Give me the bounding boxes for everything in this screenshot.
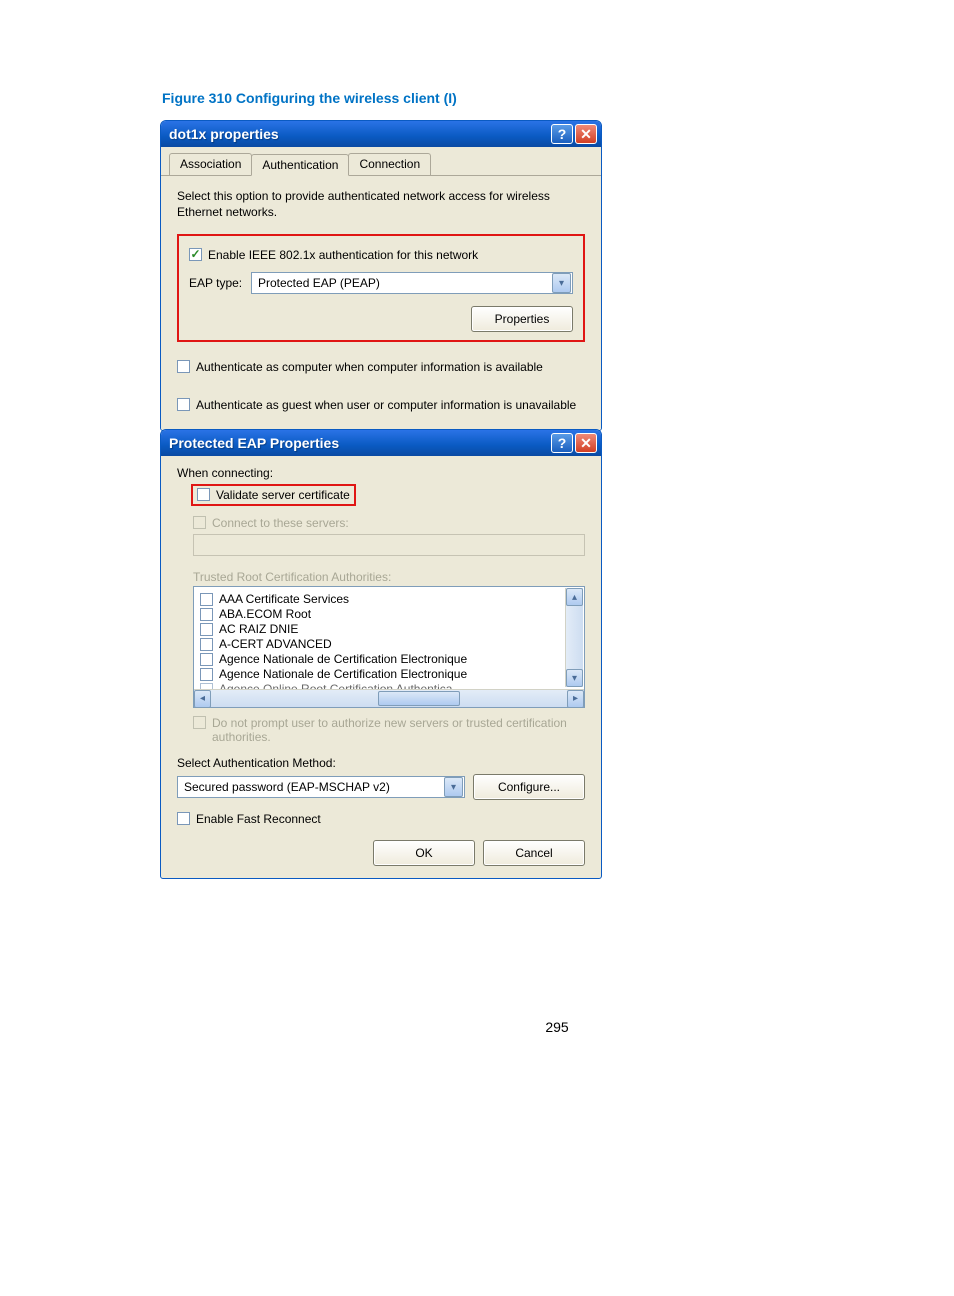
- dot1x-properties-dialog: dot1x properties ? ✕ Association Authent…: [160, 120, 602, 431]
- close-button[interactable]: ✕: [575, 433, 597, 453]
- tab-connection[interactable]: Connection: [348, 153, 431, 175]
- cert-name: AC RAIZ DNIE: [219, 622, 298, 636]
- list-item: AC RAIZ DNIE: [200, 622, 580, 636]
- scroll-right-icon[interactable]: ▸: [567, 690, 584, 708]
- dot1x-title: dot1x properties: [169, 126, 551, 142]
- tab-association[interactable]: Association: [169, 153, 252, 175]
- peap-title: Protected EAP Properties: [169, 435, 551, 451]
- auth-as-computer-checkbox[interactable]: [177, 360, 190, 373]
- cert-checkbox[interactable]: [200, 593, 213, 606]
- connect-to-servers-label: Connect to these servers:: [212, 516, 349, 530]
- eap-type-label: EAP type:: [189, 276, 251, 290]
- scroll-up-icon[interactable]: ▴: [566, 588, 583, 606]
- auth-as-guest-label: Authenticate as guest when user or compu…: [196, 398, 576, 412]
- cert-name: Agence Nationale de Certification Electr…: [219, 652, 467, 666]
- cert-name: AAA Certificate Services: [219, 592, 349, 606]
- ok-button[interactable]: OK: [373, 840, 475, 866]
- horizontal-scrollbar[interactable]: ◂ ▸: [194, 689, 584, 707]
- cert-checkbox[interactable]: [200, 653, 213, 666]
- properties-button[interactable]: Properties: [471, 306, 573, 332]
- auth-method-dropdown[interactable]: Secured password (EAP-MSCHAP v2) ▾: [177, 776, 465, 798]
- scroll-thumb[interactable]: [378, 691, 460, 706]
- intro-text: Select this option to provide authentica…: [177, 188, 585, 220]
- cert-checkbox[interactable]: [200, 683, 213, 690]
- chevron-down-icon: ▾: [444, 777, 463, 797]
- dot1x-titlebar: dot1x properties ? ✕: [161, 121, 601, 147]
- auth-method-value: Secured password (EAP-MSCHAP v2): [184, 780, 390, 794]
- connect-to-servers-checkbox: [193, 516, 206, 529]
- figure-caption: Figure 310 Configuring the wireless clie…: [162, 90, 954, 106]
- highlighted-authentication-section: Enable IEEE 802.1x authentication for th…: [177, 234, 585, 342]
- no-prompt-checkbox: [193, 716, 206, 729]
- vertical-scrollbar[interactable]: ▴ ▾: [565, 588, 583, 687]
- help-button[interactable]: ?: [551, 433, 573, 453]
- cancel-button[interactable]: Cancel: [483, 840, 585, 866]
- no-prompt-label: Do not prompt user to authorize new serv…: [212, 716, 585, 744]
- eap-type-value: Protected EAP (PEAP): [258, 276, 380, 290]
- peap-properties-dialog: Protected EAP Properties ? ✕ When connec…: [160, 429, 602, 879]
- tab-bar: Association Authentication Connection: [161, 147, 601, 176]
- list-item: ABA.ECOM Root: [200, 607, 580, 621]
- configure-button[interactable]: Configure...: [473, 774, 585, 800]
- help-button[interactable]: ?: [551, 124, 573, 144]
- list-item: Agence Nationale de Certification Electr…: [200, 667, 580, 681]
- validate-server-certificate-checkbox[interactable]: [197, 488, 210, 501]
- validate-server-certificate-label: Validate server certificate: [216, 488, 350, 502]
- cert-name: Agence Online Root Certification Authent…: [219, 682, 452, 689]
- select-auth-method-label: Select Authentication Method:: [177, 756, 585, 770]
- eap-type-dropdown[interactable]: Protected EAP (PEAP) ▾: [251, 272, 573, 294]
- cert-name: ABA.ECOM Root: [219, 607, 311, 621]
- auth-as-computer-label: Authenticate as computer when computer i…: [196, 360, 543, 374]
- enable-8021x-label: Enable IEEE 802.1x authentication for th…: [208, 248, 478, 262]
- chevron-down-icon: ▾: [552, 273, 571, 293]
- list-item: AAA Certificate Services: [200, 592, 580, 606]
- peap-titlebar: Protected EAP Properties ? ✕: [161, 430, 601, 456]
- highlighted-validate-certificate: Validate server certificate: [191, 484, 356, 506]
- list-item: A-CERT ADVANCED: [200, 637, 580, 651]
- cert-name: A-CERT ADVANCED: [219, 637, 332, 651]
- cert-checkbox[interactable]: [200, 608, 213, 621]
- auth-as-guest-checkbox[interactable]: [177, 398, 190, 411]
- cert-checkbox[interactable]: [200, 638, 213, 651]
- enable-fast-reconnect-label: Enable Fast Reconnect: [196, 812, 321, 826]
- list-item: Agence Online Root Certification Authent…: [200, 682, 580, 689]
- scroll-left-icon[interactable]: ◂: [194, 690, 211, 708]
- trusted-root-listbox[interactable]: AAA Certificate Services ABA.ECOM Root A…: [193, 586, 585, 708]
- enable-fast-reconnect-checkbox[interactable]: [177, 812, 190, 825]
- enable-8021x-checkbox[interactable]: [189, 248, 202, 261]
- cert-checkbox[interactable]: [200, 668, 213, 681]
- when-connecting-label: When connecting:: [177, 466, 585, 480]
- cert-name: Agence Nationale de Certification Electr…: [219, 667, 467, 681]
- list-item: Agence Nationale de Certification Electr…: [200, 652, 580, 666]
- cert-checkbox[interactable]: [200, 623, 213, 636]
- trusted-root-label: Trusted Root Certification Authorities:: [193, 570, 585, 584]
- page-number: 295: [160, 1019, 954, 1035]
- scroll-down-icon[interactable]: ▾: [566, 669, 583, 687]
- close-button[interactable]: ✕: [575, 124, 597, 144]
- connect-to-servers-input: [193, 534, 585, 556]
- tab-authentication[interactable]: Authentication: [251, 154, 349, 176]
